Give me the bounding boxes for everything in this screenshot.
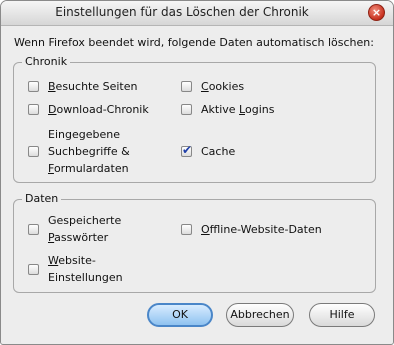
window-title: Einstellungen für das Löschen der Chroni… [55, 5, 309, 19]
checkbox-box[interactable] [181, 143, 192, 157]
help-button[interactable]: Hilfe [309, 303, 375, 327]
checkbox-label: Aktive Logins [201, 101, 274, 118]
accesskey: C [201, 80, 209, 93]
checkbox-label: Cache [201, 145, 236, 158]
dialog-window: Einstellungen für das Löschen der Chroni… [0, 0, 394, 345]
label-rest: ebsite- [58, 254, 96, 267]
label-rest: esuchte Seiten [55, 80, 138, 93]
label-line: Gespeicherte [48, 214, 122, 227]
accesskey: O [201, 223, 210, 236]
checkbox-box[interactable] [28, 81, 39, 92]
checkbox-label: Eingegebene Suchbegriffe & Formulardaten [48, 126, 130, 177]
label-rest: ookies [208, 80, 245, 93]
checkbox-box[interactable] [28, 263, 39, 275]
checkbox-label: Download-Chronik [48, 101, 149, 118]
checkbox-cookies[interactable]: Cookies [181, 78, 244, 95]
checkbox-gespeicherte-passwoerter[interactable]: Gespeicherte Passwörter [28, 212, 121, 246]
close-icon: × [371, 6, 382, 19]
label-rest: ogins [244, 103, 275, 116]
ok-button[interactable]: OK [147, 303, 213, 327]
title-bar[interactable]: Einstellungen für das Löschen der Chroni… [1, 1, 393, 26]
intro-text: Wenn Firefox beendet wird, folgende Date… [14, 36, 374, 49]
checkbox-box[interactable] [181, 104, 192, 115]
checkbox-label: Cookies [201, 78, 244, 95]
checkbox-label: Besuchte Seiten [48, 78, 137, 95]
checkbox-label: Gespeicherte Passwörter [48, 212, 121, 246]
checkbox-box[interactable] [181, 224, 192, 235]
checkbox-cache[interactable]: Cache [181, 143, 235, 160]
close-button[interactable]: × [368, 4, 385, 21]
checkbox-aktive-logins[interactable]: Aktive Logins [181, 101, 274, 118]
checkbox-website-einstellungen[interactable]: Website- Einstellungen [28, 252, 123, 286]
checkbox-label: Website- Einstellungen [48, 252, 123, 286]
label-line: Eingegebene [48, 128, 120, 141]
checkbox-besuchte-seiten[interactable]: Besuchte Seiten [28, 78, 137, 95]
label-rest: ormulardaten [53, 162, 129, 175]
label-start: Aktive [201, 103, 240, 116]
checkbox-offline-website-daten[interactable]: Offline-Website-Daten [181, 221, 322, 238]
accesskey: W [48, 254, 59, 267]
cancel-button[interactable]: Abbrechen [226, 303, 294, 327]
chronik-legend: Chronik [22, 55, 71, 68]
checkbox-box[interactable] [28, 104, 39, 115]
checkbox-formulardaten[interactable]: Eingegebene Suchbegriffe & Formulardaten [28, 126, 130, 177]
checkbox-label: Offline-Website-Daten [201, 221, 322, 238]
accesskey: B [48, 80, 56, 93]
daten-legend: Daten [22, 192, 62, 205]
label-rest: ownload-Chronik [56, 103, 149, 116]
checkbox-box[interactable] [181, 81, 192, 92]
label-line: Suchbegriffe & [48, 145, 130, 158]
label-line: Einstellungen [48, 271, 123, 284]
checkbox-box[interactable] [28, 223, 39, 235]
checkbox-box[interactable] [28, 146, 39, 157]
label-rest: ffline-Website-Daten [209, 223, 322, 236]
checkbox-download-chronik[interactable]: Download-Chronik [28, 101, 149, 118]
label-rest: asswörter [54, 231, 109, 244]
